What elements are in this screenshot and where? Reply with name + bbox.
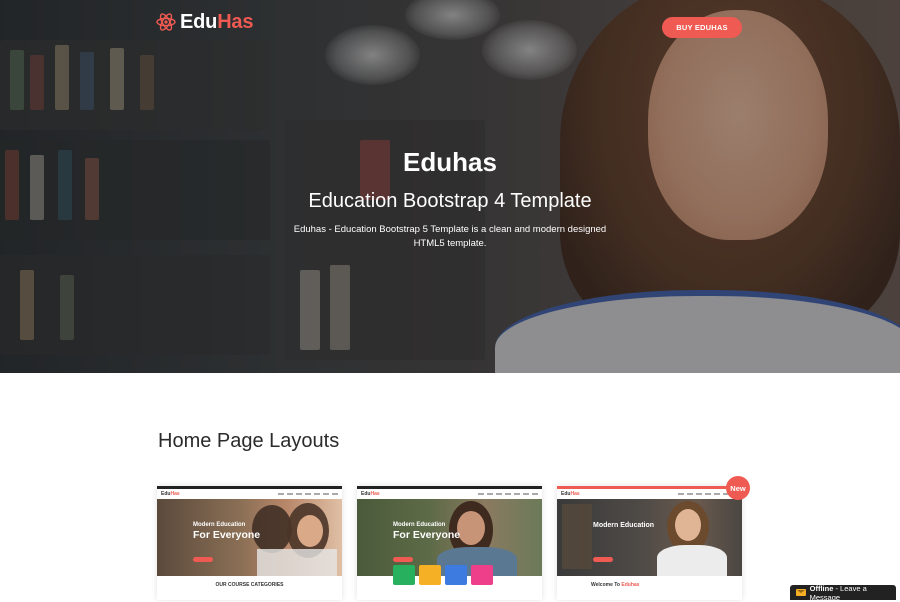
hero-subtitle: Education Bootstrap 4 Template: [308, 190, 592, 212]
feature-tile: [471, 565, 493, 585]
card-hero-small: Modern Education: [193, 522, 246, 528]
card-footer-text: Welcome To Eduhas: [591, 582, 640, 588]
mini-feature-tiles: [393, 565, 493, 585]
mini-cta-button: [593, 557, 613, 562]
layout-card-2[interactable]: EduHas Modern Education For Everyone: [357, 486, 542, 600]
mini-logo: EduHas: [561, 491, 580, 497]
live-chat-tab[interactable]: Offline - Leave a Message: [790, 583, 896, 602]
card-hero-small: Modern Education: [393, 522, 446, 528]
card-footer-text: OUR COURSE CATEGORIES: [215, 582, 284, 588]
chat-label: Offline - Leave a Message: [809, 583, 867, 602]
mail-icon: [796, 589, 806, 596]
hero-description: Eduhas - Education Bootstrap 5 Template …: [293, 224, 607, 249]
card-hero-big: For Everyone: [193, 529, 261, 541]
layout-card-1[interactable]: EduHas Modern Education For Everyone OUR…: [157, 486, 342, 600]
mini-nav-links: [478, 493, 538, 495]
new-badge: New: [726, 476, 750, 500]
card-preview-hero: Modern Education For Everyone: [157, 499, 342, 576]
mini-logo: EduHas: [361, 491, 380, 497]
hero-banner: EduHas BUY EDUHAS Eduhas Education Boots…: [0, 0, 900, 373]
layout-card-3[interactable]: EduHas Modern Education Welcome To Eduha…: [557, 486, 742, 600]
hero-overlay: [0, 0, 900, 373]
logo-text: EduHas: [180, 10, 254, 33]
buy-eduhas-button[interactable]: BUY EDUHAS: [662, 17, 742, 38]
hero-title: Eduhas: [403, 147, 497, 177]
mini-cta-button: [193, 557, 213, 562]
mini-navbar: EduHas: [557, 489, 742, 499]
card-hero-small: Modern Education: [593, 522, 655, 529]
section-title: Home Page Layouts: [158, 430, 340, 452]
mini-navbar: EduHas: [157, 489, 342, 499]
card-preview-hero: Modern Education: [557, 499, 742, 576]
feature-tile: [393, 565, 415, 585]
feature-tile: [445, 565, 467, 585]
mini-logo: EduHas: [161, 491, 180, 497]
mini-cta-button: [393, 557, 413, 562]
atom-icon: [156, 13, 176, 31]
site-logo[interactable]: EduHas: [156, 10, 253, 34]
feature-tile: [419, 565, 441, 585]
mini-nav-links: [278, 493, 338, 495]
card-hero-big: For Everyone: [393, 529, 461, 541]
mini-navbar: EduHas: [357, 489, 542, 499]
